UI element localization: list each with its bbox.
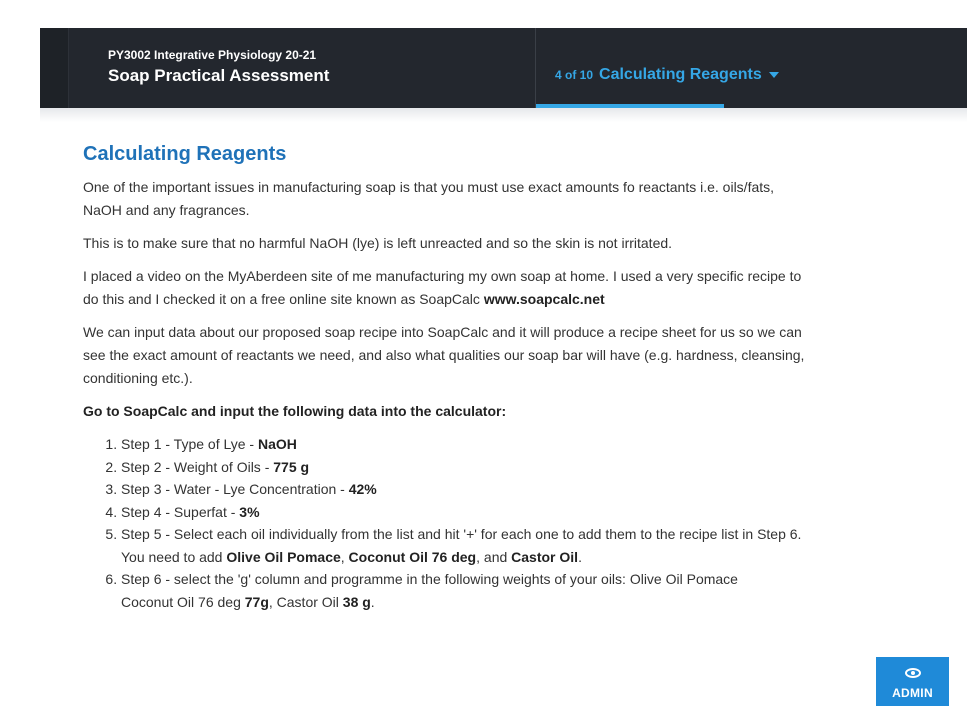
paragraph-line: conditioning etc.). [83, 370, 193, 386]
paragraph-line: do this and I checked it on a free onlin… [83, 291, 484, 307]
paragraph-video: I placed a video on the MyAberdeen site … [83, 265, 967, 311]
separator: , and [476, 548, 512, 565]
step-text: Step 5 - Select each oil individually fr… [121, 526, 802, 542]
caret-down-icon [768, 71, 779, 78]
step-text: Step 2 - Weight of Oils - [121, 458, 274, 475]
admin-label: ADMIN [892, 686, 933, 700]
step-text: Coconut Oil 76 deg [121, 593, 245, 610]
eye-icon [905, 668, 921, 678]
paragraph-lye: This is to make sure that no harmful NaO… [83, 235, 673, 251]
oil-name: Castor Oil [511, 548, 579, 565]
list-item: Step 4 - Superfat - 3% [121, 501, 967, 524]
oil-weight: 77g [244, 593, 269, 610]
step-text: Step 3 - Water - Lye Concentration - [121, 481, 349, 497]
list-item: Step 6 - select the 'g' column and progr… [121, 568, 967, 613]
step-value: 775 g [273, 458, 310, 475]
separator: , Castor Oil [268, 593, 343, 610]
instruction-bold: Go to SoapCalc and input the following d… [83, 403, 507, 419]
step-value: 42% [348, 481, 377, 497]
paragraph-recipe: We can input data about our proposed soa… [83, 321, 967, 390]
paragraph-intro: One of the important issues in manufactu… [83, 176, 967, 222]
instruction-text: Go to SoapCalc and input the following d… [83, 400, 967, 423]
soapcalc-link[interactable]: www.soapcalc.net [484, 291, 605, 307]
oil-name: Coconut Oil 76 deg [348, 548, 477, 565]
step-value: NaOH [257, 436, 297, 452]
separator: . [370, 593, 375, 610]
separator: . [578, 548, 582, 565]
list-item: Step 2 - Weight of Oils - 775 g [121, 456, 967, 479]
step-text: Step 1 - Type of Lye - [121, 436, 258, 452]
paragraph-line: I placed a video on the MyAberdeen site … [83, 268, 802, 284]
section-dropdown[interactable]: 4 of 10 Calculating Reagents [555, 66, 779, 84]
admin-button[interactable]: ADMIN [876, 657, 949, 706]
step-text: Step 6 - select the 'g' column and progr… [121, 571, 738, 587]
header-edge [40, 28, 69, 108]
step-text: Step 4 - Superfat - [121, 503, 240, 520]
paragraph-line: We can input data about our proposed soa… [83, 324, 802, 340]
steps-list: Step 1 - Type of Lye - NaOH Step 2 - Wei… [83, 433, 967, 613]
page-count: 4 of 10 [555, 68, 594, 82]
paragraph-line: One of the important issues in manufactu… [83, 179, 775, 195]
header-shadow [40, 108, 967, 122]
paragraph-line: see the exact amount of reactants we nee… [83, 347, 805, 363]
module-title: Soap Practical Assessment [108, 66, 330, 85]
list-item: Step 3 - Water - Lye Concentration - 42% [121, 478, 967, 501]
step-value: 3% [239, 503, 260, 520]
top-header: PY3002 Integrative Physiology 20-21 Soap… [40, 28, 967, 108]
section-title: Calculating Reagents [599, 66, 762, 83]
list-item: Step 5 - Select each oil individually fr… [121, 523, 967, 568]
separator: , [340, 548, 349, 565]
oil-weight: 38 g [342, 593, 371, 610]
course-title: PY3002 Integrative Physiology 20-21 [108, 48, 317, 62]
paragraph-line: NaOH and any fragrances. [83, 202, 250, 218]
step-text: You need to add [121, 548, 227, 565]
page-heading: Calculating Reagents [83, 143, 287, 165]
oil-name: Olive Oil Pomace [226, 548, 341, 565]
list-item: Step 1 - Type of Lye - NaOH [121, 433, 967, 456]
page-content: Calculating Reagents One of the importan… [83, 140, 967, 613]
